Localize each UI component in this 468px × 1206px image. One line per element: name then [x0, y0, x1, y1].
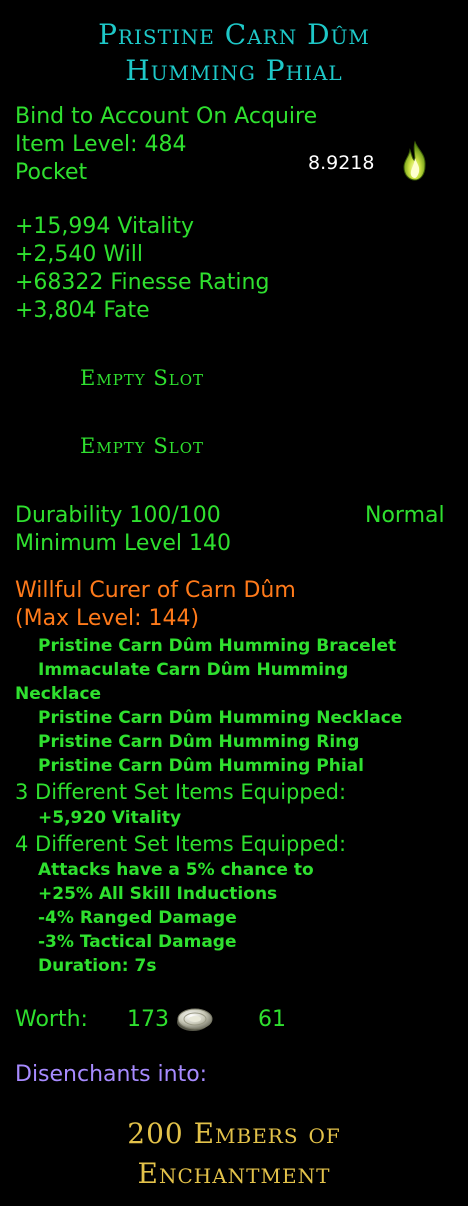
slot-type: Pocket: [15, 160, 88, 185]
set-bonus-4-inductions: +25% All Skill Inductions: [38, 884, 278, 904]
stat-will: +2,540 Will: [15, 242, 144, 267]
durability-status: Normal: [365, 503, 445, 528]
set-piece-necklace-immaculate: Immaculate Carn Dûm Humming: [38, 660, 349, 680]
set-piece-bracelet: Pristine Carn Dûm Humming Bracelet: [38, 636, 397, 656]
flame-icon: [403, 140, 426, 181]
set-bonus-4-ranged: -4% Ranged Damage: [38, 908, 237, 928]
set-bonus-4-duration: Duration: 7s: [38, 956, 157, 976]
disenchant-result-line1: 200 Embers of: [127, 1117, 341, 1150]
set-bonus-4-tactical: -3% Tactical Damage: [38, 932, 237, 952]
socket-slot-2[interactable]: Empty Slot: [80, 434, 204, 458]
item-title-line2: Humming Phial: [125, 54, 343, 87]
durability: Durability 100/100: [15, 503, 221, 528]
stat-finesse: +68322 Finesse Rating: [15, 270, 270, 295]
set-bonus-3-header: 3 Different Set Items Equipped:: [15, 780, 347, 804]
socket-slot-1[interactable]: Empty Slot: [80, 366, 204, 390]
worth-copper: 61: [258, 1007, 286, 1032]
set-bonus-4-proc: Attacks have a 5% chance to: [38, 860, 314, 880]
binding-text: Bind to Account On Acquire: [15, 104, 318, 129]
item-title-line1: Pristine Carn Dûm: [98, 18, 370, 51]
item-level: Item Level: 484: [15, 132, 187, 157]
stat-vitality: +15,994 Vitality: [15, 214, 195, 239]
worth-silver: 173: [127, 1007, 169, 1032]
set-piece-ring: Pristine Carn Dûm Humming Ring: [38, 732, 360, 752]
disenchant-label: Disenchants into:: [15, 1062, 208, 1087]
set-piece-necklace-immaculate-cont: Necklace: [15, 684, 102, 704]
stat-fate: +3,804 Fate: [15, 298, 150, 323]
minimum-level: Minimum Level 140: [15, 531, 232, 556]
set-name: Willful Curer of Carn Dûm: [15, 578, 296, 603]
disenchant-result-line2: Enchantment: [137, 1157, 331, 1190]
set-piece-phial: Pristine Carn Dûm Humming Phial: [38, 756, 364, 776]
set-max-level: (Max Level: 144): [15, 606, 200, 631]
set-piece-necklace: Pristine Carn Dûm Humming Necklace: [38, 708, 403, 728]
essence-value: 8.9218: [308, 152, 375, 174]
worth-label: Worth:: [15, 1007, 88, 1032]
silver-coin-icon: [177, 1008, 213, 1031]
set-bonus-4-header: 4 Different Set Items Equipped:: [15, 832, 347, 856]
item-tooltip: Pristine Carn Dûm Humming Phial Bind to …: [0, 0, 468, 1206]
set-bonus-3-vitality: +5,920 Vitality: [38, 808, 182, 828]
